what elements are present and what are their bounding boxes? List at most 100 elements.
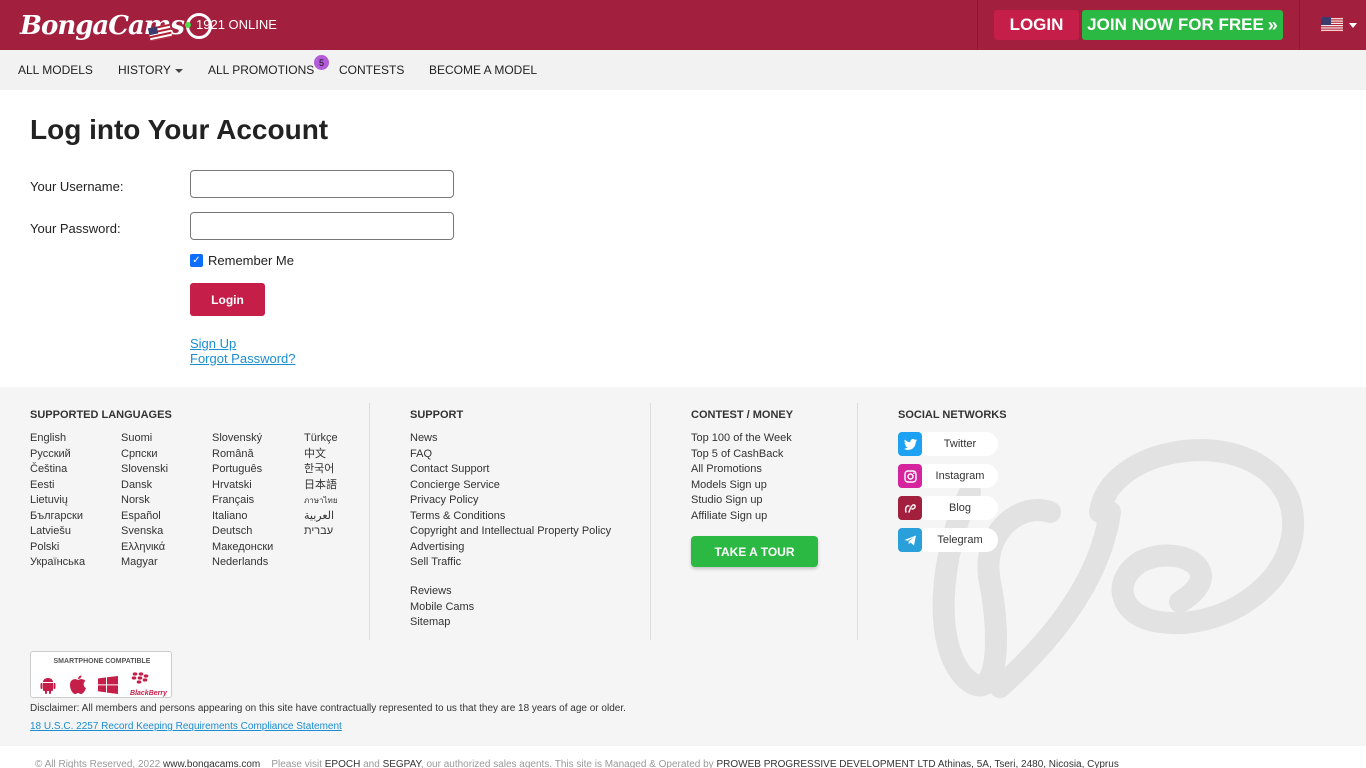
- support-link[interactable]: Copyright and Intellectual Property Poli…: [410, 524, 611, 540]
- nav-history[interactable]: HISTORY: [118, 63, 183, 77]
- language-link[interactable]: Español: [121, 509, 168, 525]
- nav-become-a-model[interactable]: BECOME A MODEL: [429, 63, 537, 77]
- support-link[interactable]: Concierge Service: [410, 478, 611, 494]
- nav-all-promotions[interactable]: ALL PROMOTIONS: [208, 63, 314, 77]
- remember-me-label: Remember Me: [208, 253, 294, 268]
- join-now-button[interactable]: JOIN NOW FOR FREE »: [1082, 10, 1283, 40]
- support-link[interactable]: Reviews: [410, 584, 474, 600]
- support-link[interactable]: Mobile Cams: [410, 600, 474, 616]
- footer-divider: [369, 403, 370, 640]
- language-link[interactable]: Dansk: [121, 478, 168, 494]
- contest-link[interactable]: Top 100 of the Week: [691, 431, 792, 447]
- page-title: Log into Your Account: [30, 114, 329, 145]
- language-link[interactable]: Ελληνικά: [121, 540, 168, 556]
- language-link[interactable]: Magyar: [121, 555, 168, 571]
- nav-all-models[interactable]: ALL MODELS: [18, 63, 93, 77]
- language-link[interactable]: Български: [30, 509, 85, 525]
- site-link[interactable]: www.bongacams.com: [163, 759, 260, 768]
- support-heading: SUPPORT: [410, 409, 464, 421]
- language-link[interactable]: Lietuvių: [30, 493, 85, 509]
- take-a-tour-button[interactable]: TAKE A TOUR: [691, 536, 818, 567]
- language-link[interactable]: Deutsch: [212, 524, 273, 540]
- language-link[interactable]: Slovenský: [212, 431, 273, 447]
- agents-text: , our authorized sales agents. This site…: [420, 759, 714, 768]
- forgot-password-link[interactable]: Forgot Password?: [190, 351, 296, 366]
- support-link[interactable]: Sitemap: [410, 615, 474, 631]
- username-input[interactable]: [190, 170, 454, 198]
- language-link[interactable]: 한국어: [304, 462, 338, 478]
- blackberry-label: BlackBerry: [130, 690, 167, 697]
- language-link[interactable]: Italiano: [212, 509, 273, 525]
- nav-contests[interactable]: CONTESTS: [339, 63, 404, 77]
- support-link[interactable]: Contact Support: [410, 462, 611, 478]
- social-label: Twitter: [943, 438, 977, 450]
- language-link[interactable]: English: [30, 431, 85, 447]
- language-link[interactable]: Português: [212, 462, 273, 478]
- language-link[interactable]: Eesti: [30, 478, 85, 494]
- language-link[interactable]: Македонски: [212, 540, 273, 556]
- language-link[interactable]: Norsk: [121, 493, 168, 509]
- language-dropdown-caret-icon[interactable]: [1349, 23, 1357, 28]
- footer-divider: [857, 403, 858, 640]
- language-link[interactable]: Nederlands: [212, 555, 273, 571]
- social-twitter[interactable]: Twitter: [898, 432, 998, 456]
- usc-2257-link[interactable]: 18 U.S.C. 2257 Record Keeping Requiremen…: [30, 721, 342, 732]
- social-telegram[interactable]: Telegram: [898, 528, 998, 552]
- language-link[interactable]: Slovenski: [121, 462, 168, 478]
- remember-me-checkbox[interactable]: ✓: [190, 254, 203, 267]
- windows-icon: [98, 675, 119, 694]
- smartphone-compatible-label: SMARTPHONE COMPATIBLE: [53, 658, 151, 665]
- bongacams-logo[interactable]: BongaCams: [20, 8, 212, 44]
- language-link[interactable]: 日本語: [304, 478, 338, 494]
- twitter-icon: [898, 432, 922, 456]
- language-link[interactable]: Čeština: [30, 462, 85, 478]
- password-input[interactable]: [190, 212, 454, 240]
- caret-down-icon: [174, 68, 183, 73]
- language-link[interactable]: Suomi: [121, 431, 168, 447]
- language-link[interactable]: עברית: [304, 524, 338, 540]
- instagram-icon: [898, 464, 922, 488]
- contest-link[interactable]: All Promotions: [691, 462, 792, 478]
- remember-me[interactable]: ✓ Remember Me: [190, 253, 294, 268]
- language-link[interactable]: العربية: [304, 509, 338, 525]
- social-instagram[interactable]: Instagram: [898, 464, 998, 488]
- contest-link[interactable]: Affiliate Sign up: [691, 509, 792, 525]
- social-blog[interactable]: Blog: [898, 496, 998, 520]
- language-link[interactable]: Türkçe: [304, 431, 338, 447]
- support-link[interactable]: Advertising: [410, 540, 611, 556]
- sign-up-link[interactable]: Sign Up: [190, 336, 236, 351]
- language-link[interactable]: Українська: [30, 555, 85, 571]
- language-link[interactable]: Română: [212, 447, 273, 463]
- support-link[interactable]: News: [410, 431, 611, 447]
- join-now-label: JOIN NOW FOR FREE: [1087, 15, 1264, 34]
- segpay-link[interactable]: SEGPAY: [383, 759, 421, 768]
- contest-link[interactable]: Studio Sign up: [691, 493, 792, 509]
- language-link[interactable]: 中文: [304, 447, 338, 463]
- support-link[interactable]: Sell Traffic: [410, 555, 611, 571]
- language-flag-icon[interactable]: [1321, 17, 1343, 32]
- language-link[interactable]: ภาษาไทย: [304, 493, 338, 509]
- language-link[interactable]: Русский: [30, 447, 85, 463]
- language-link[interactable]: Hrvatski: [212, 478, 273, 494]
- top-header: BongaCams 1921 ONLINE LOGIN JOIN NOW FOR…: [0, 0, 1366, 50]
- header-login-button[interactable]: LOGIN: [994, 10, 1079, 40]
- language-link[interactable]: Svenska: [121, 524, 168, 540]
- support-link[interactable]: FAQ: [410, 447, 611, 463]
- support-links: News FAQ Contact Support Concierge Servi…: [410, 431, 611, 571]
- language-link[interactable]: Latviešu: [30, 524, 85, 540]
- epoch-link[interactable]: EPOCH: [325, 759, 361, 768]
- main-nav: ALL MODELS HISTORY ALL PROMOTIONS 5 CONT…: [0, 50, 1366, 90]
- social-label: Blog: [948, 502, 972, 514]
- language-column-4: Türkçe 中文 한국어 日本語 ภาษาไทย العربية עברית: [304, 431, 338, 540]
- blog-icon: [898, 496, 922, 520]
- support-link[interactable]: Privacy Policy: [410, 493, 611, 509]
- language-link[interactable]: Polski: [30, 540, 85, 556]
- contest-link[interactable]: Top 5 of CashBack: [691, 447, 792, 463]
- language-link[interactable]: Français: [212, 493, 273, 509]
- contest-link[interactable]: Models Sign up: [691, 478, 792, 494]
- support-link[interactable]: Terms & Conditions: [410, 509, 611, 525]
- language-link[interactable]: Српски: [121, 447, 168, 463]
- password-label: Your Password:: [30, 221, 121, 236]
- login-submit-button[interactable]: Login: [190, 283, 265, 316]
- blackberry-icon: BlackBerry: [130, 671, 167, 698]
